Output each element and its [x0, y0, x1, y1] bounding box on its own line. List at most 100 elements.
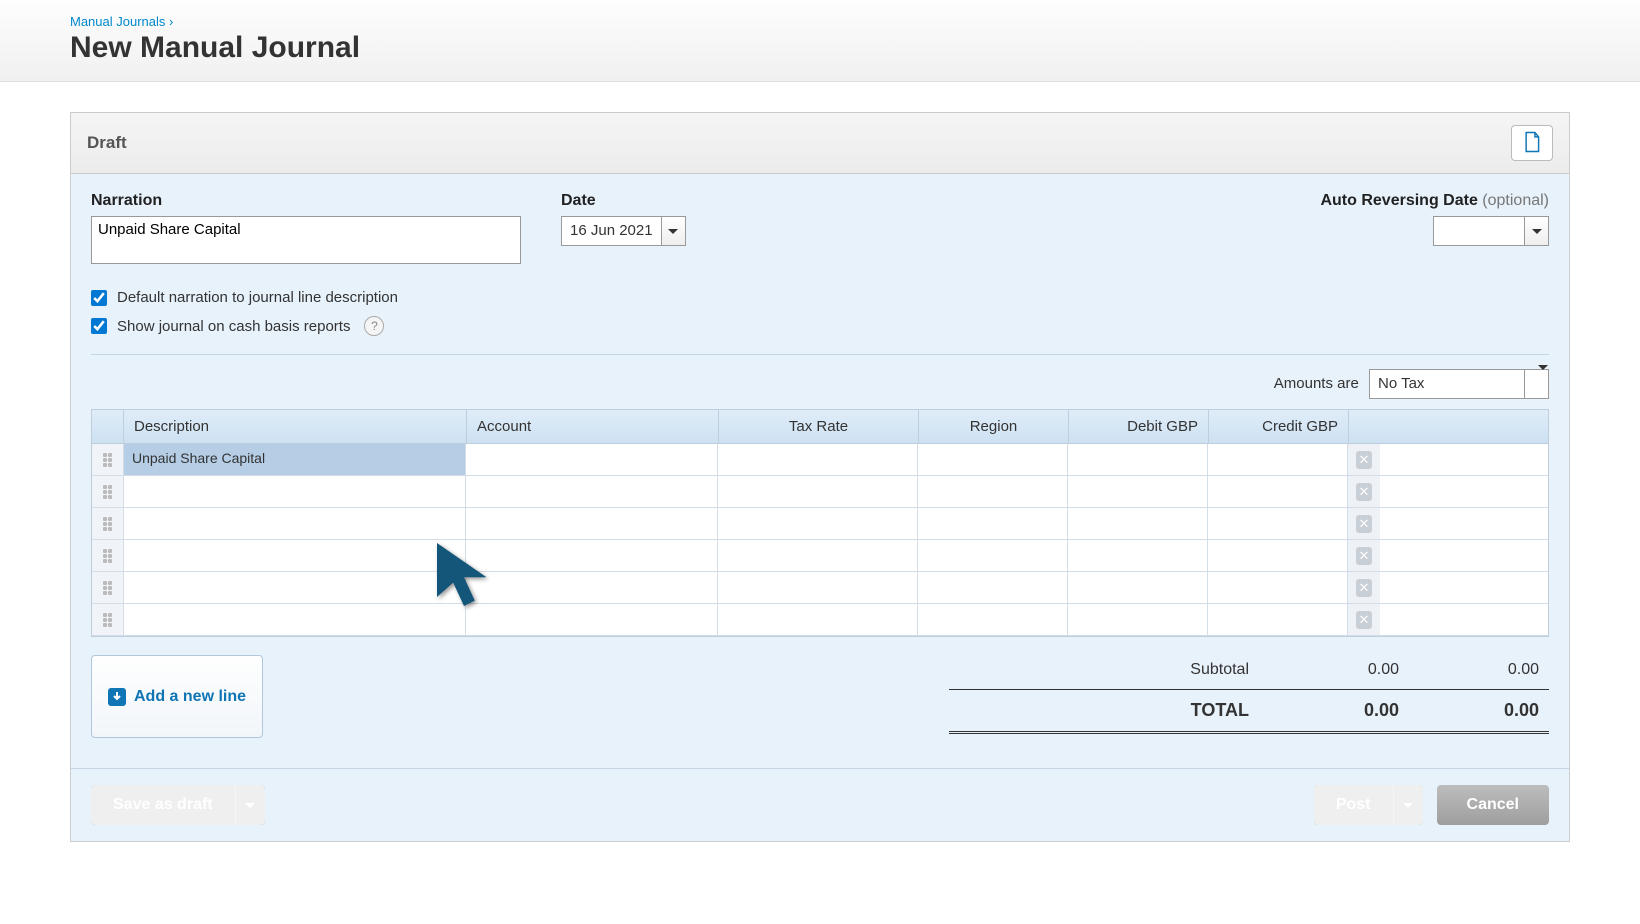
cell-taxrate[interactable] [718, 476, 918, 507]
totals: Subtotal 0.00 0.00 TOTAL 0.00 0.00 [949, 655, 1549, 738]
post-split: Post [1314, 785, 1423, 825]
narration-input[interactable] [91, 216, 521, 264]
tax-select[interactable]: No Tax [1369, 369, 1549, 399]
breadcrumb-sep: › [169, 14, 173, 29]
save-draft-button[interactable]: Save as draft [91, 785, 235, 825]
cell-account[interactable] [466, 572, 718, 603]
cash-basis-label: Show journal on cash basis reports [117, 318, 350, 335]
cell-credit[interactable] [1208, 540, 1348, 571]
close-icon: ✕ [1356, 451, 1372, 469]
total-label: TOTAL [949, 700, 1269, 721]
table-row[interactable]: ✕ [92, 476, 1548, 508]
total-debit: 0.00 [1269, 700, 1409, 721]
close-icon: ✕ [1356, 579, 1372, 597]
post-dropdown[interactable] [1393, 785, 1423, 825]
cell-description[interactable] [124, 572, 466, 603]
tax-dropdown-trigger[interactable] [1524, 370, 1548, 398]
amounts-row: Amounts are No Tax [91, 369, 1549, 399]
table-row[interactable]: ✕ [92, 508, 1548, 540]
cell-taxrate[interactable] [718, 508, 918, 539]
cell-taxrate[interactable] [718, 572, 918, 603]
cell-credit[interactable] [1208, 508, 1348, 539]
tax-value: No Tax [1370, 370, 1524, 398]
cell-taxrate[interactable] [718, 444, 918, 475]
cell-region[interactable] [918, 444, 1068, 475]
date-picker[interactable]: 16 Jun 2021 [561, 216, 686, 246]
cell-description[interactable]: Unpaid Share Capital [124, 444, 466, 475]
cell-account[interactable] [466, 476, 718, 507]
cancel-button[interactable]: Cancel [1437, 785, 1549, 825]
subtotal-credit: 0.00 [1409, 661, 1549, 679]
col-debit: Debit GBP [1068, 410, 1208, 443]
cell-debit[interactable] [1068, 508, 1208, 539]
delete-row-button[interactable]: ✕ [1348, 476, 1380, 507]
table-row[interactable]: ✕ [92, 604, 1548, 636]
optional-hint: (optional) [1482, 192, 1549, 209]
cell-account[interactable] [466, 540, 718, 571]
cash-basis-checkbox[interactable] [91, 318, 107, 334]
default-narration-label: Default narration to journal line descri… [117, 289, 398, 306]
add-line-button[interactable]: Add a new line [91, 655, 263, 738]
col-credit: Credit GBP [1208, 410, 1348, 443]
reversing-date-picker[interactable] [1433, 216, 1549, 246]
cell-debit[interactable] [1068, 572, 1208, 603]
default-narration-checkbox[interactable] [91, 290, 107, 306]
drag-handle[interactable] [92, 604, 124, 635]
reversing-label: Auto Reversing Date (optional) [1320, 192, 1549, 210]
subtotal-label: Subtotal [949, 661, 1269, 679]
cell-description[interactable] [124, 476, 466, 507]
col-region: Region [918, 410, 1068, 443]
delete-row-button[interactable]: ✕ [1348, 444, 1380, 475]
table-row[interactable]: ✕ [92, 540, 1548, 572]
attach-file-button[interactable] [1511, 125, 1553, 161]
cell-credit[interactable] [1208, 604, 1348, 635]
table-row[interactable]: Unpaid Share Capital ✕ [92, 444, 1548, 476]
panel-footer: Save as draft Post Cancel [71, 768, 1569, 841]
breadcrumb: Manual Journals › [70, 14, 1570, 29]
page-title: New Manual Journal [70, 31, 1570, 65]
reversing-value[interactable] [1434, 217, 1524, 245]
drag-handle[interactable] [92, 508, 124, 539]
cell-credit[interactable] [1208, 572, 1348, 603]
drag-handle[interactable] [92, 476, 124, 507]
drag-handle[interactable] [92, 572, 124, 603]
cell-region[interactable] [918, 540, 1068, 571]
cell-debit[interactable] [1068, 604, 1208, 635]
cell-description[interactable] [124, 540, 466, 571]
save-draft-dropdown[interactable] [235, 785, 265, 825]
cell-region[interactable] [918, 604, 1068, 635]
reversing-dropdown-trigger[interactable] [1524, 217, 1548, 245]
cell-description[interactable] [124, 604, 466, 635]
cell-taxrate[interactable] [718, 540, 918, 571]
table-row[interactable]: ✕ [92, 572, 1548, 604]
drag-handle[interactable] [92, 540, 124, 571]
cell-debit[interactable] [1068, 476, 1208, 507]
cell-account[interactable] [466, 604, 718, 635]
amounts-label: Amounts are [1274, 375, 1359, 392]
cell-debit[interactable] [1068, 444, 1208, 475]
cell-credit[interactable] [1208, 476, 1348, 507]
cell-credit[interactable] [1208, 444, 1348, 475]
breadcrumb-link[interactable]: Manual Journals [70, 14, 165, 29]
add-line-label: Add a new line [134, 688, 246, 706]
cell-region[interactable] [918, 572, 1068, 603]
date-dropdown-trigger[interactable] [661, 217, 685, 245]
journal-lines-grid: Description Account Tax Rate Region Debi… [91, 409, 1549, 637]
delete-row-button[interactable]: ✕ [1348, 540, 1380, 571]
cell-description[interactable] [124, 508, 466, 539]
cell-account[interactable] [466, 508, 718, 539]
narration-label: Narration [91, 192, 521, 210]
cell-region[interactable] [918, 476, 1068, 507]
delete-row-button[interactable]: ✕ [1348, 604, 1380, 635]
cell-debit[interactable] [1068, 540, 1208, 571]
post-button[interactable]: Post [1314, 785, 1393, 825]
help-icon[interactable]: ? [364, 316, 384, 336]
reversing-group: Auto Reversing Date (optional) [1320, 192, 1549, 267]
drag-handle[interactable] [92, 444, 124, 475]
delete-row-button[interactable]: ✕ [1348, 572, 1380, 603]
cell-account[interactable] [466, 444, 718, 475]
cell-taxrate[interactable] [718, 604, 918, 635]
date-value[interactable]: 16 Jun 2021 [562, 217, 661, 245]
cell-region[interactable] [918, 508, 1068, 539]
delete-row-button[interactable]: ✕ [1348, 508, 1380, 539]
